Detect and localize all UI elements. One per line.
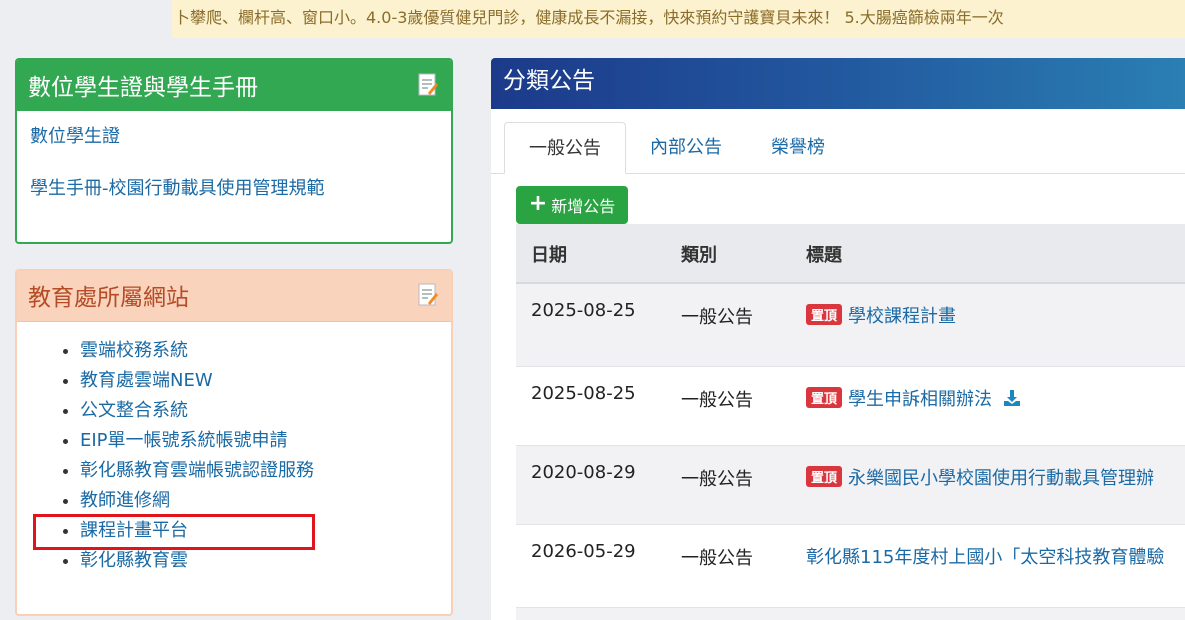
list-item: 教師進修網 — [80, 486, 451, 516]
student-card-panel: 數位學生證與學生手冊 數位學生證 學生手冊-校園行動載具使用管理規範 — [15, 58, 453, 244]
announcement-title-link[interactable]: 彰化縣115年度村上國小「太空科技教育體驗 — [806, 547, 1164, 568]
announcement-tabs: 一般公告 內部公告 榮譽榜 — [491, 122, 1185, 174]
edit-document-icon[interactable] — [417, 283, 439, 307]
table-row: 2020-08-29 一般公告 置頂 永樂國民小學校園使用行動載具管理辦 — [516, 446, 1185, 525]
link-edu-cloud-auth[interactable]: 彰化縣教育雲端帳號認證服務 — [80, 460, 314, 481]
edit-document-icon[interactable] — [417, 73, 439, 97]
row-category: 一般公告 — [681, 307, 753, 328]
list-item: EIP單一帳號系統帳號申請 — [80, 426, 451, 456]
list-item: 雲端校務系統 — [80, 336, 451, 366]
list-item: 彰化縣教育雲 — [80, 546, 451, 576]
pinned-badge: 置頂 — [806, 466, 843, 487]
col-category: 類別 — [681, 245, 717, 266]
table-header: 日期 類別 標題 — [516, 224, 1185, 284]
marquee-banner: 卜攀爬、欄杆高、窗口小。4.0-3歲優質健兒門診，健康成長不漏接，快來預約守護寶… — [172, 0, 1185, 38]
announcements-panel: 分類公告 一般公告 內部公告 榮譽榜 + 新增公告 日期 類別 標題 2025-… — [491, 58, 1185, 620]
link-cloud-school-system[interactable]: 雲端校務系統 — [80, 340, 188, 361]
announcement-title-link[interactable]: 學校課程計畫 — [848, 306, 956, 327]
pinned-badge: 置頂 — [806, 387, 843, 408]
student-card-header: 數位學生證與學生手冊 — [17, 60, 451, 111]
table-row: 2025-08-25 一般公告 置頂 學生申訴相關辦法 — [516, 367, 1185, 446]
table-row — [516, 608, 1185, 620]
announcement-title-link[interactable]: 永樂國民小學校園使用行動載具管理辦 — [848, 468, 1154, 489]
link-document-system[interactable]: 公文整合系統 — [80, 400, 188, 421]
link-eip-account[interactable]: EIP單一帳號系統帳號申請 — [80, 430, 288, 451]
link-digital-student-card[interactable]: 數位學生證 — [30, 125, 438, 149]
student-card-title: 數位學生證與學生手冊 — [28, 74, 258, 101]
highlight-box — [33, 514, 315, 550]
tab-general[interactable]: 一般公告 — [504, 122, 626, 174]
pinned-badge: 置頂 — [806, 304, 843, 325]
link-student-handbook[interactable]: 學生手冊-校園行動載具使用管理規範 — [30, 177, 438, 201]
col-date: 日期 — [531, 245, 567, 266]
edu-sites-panel: 教育處所屬網站 雲端校務系統 教育處雲端NEW 公文整合系統 EIP單一帳號系統… — [15, 269, 453, 616]
add-announcement-label: 新增公告 — [551, 197, 616, 216]
add-announcement-button[interactable]: + 新增公告 — [516, 186, 628, 224]
tab-honor-roll[interactable]: 榮譽榜 — [753, 122, 843, 174]
row-category: 一般公告 — [681, 548, 753, 569]
announcement-title-link[interactable]: 學生申訴相關辦法 — [848, 389, 992, 410]
download-icon[interactable] — [1002, 388, 1022, 408]
announcement-table: 日期 類別 標題 2025-08-25 一般公告 置頂 學校課程計畫 2025-0… — [516, 224, 1185, 620]
table-row: 2025-08-25 一般公告 置頂 學校課程計畫 — [516, 284, 1185, 367]
edu-sites-title: 教育處所屬網站 — [28, 285, 189, 311]
announcements-title: 分類公告 — [491, 58, 1185, 109]
table-row: 2026-05-29 一般公告 彰化縣115年度村上國小「太空科技教育體驗 — [516, 525, 1185, 608]
row-category: 一般公告 — [681, 390, 753, 411]
row-category: 一般公告 — [681, 469, 753, 490]
row-date: 2025-08-25 — [531, 300, 636, 321]
link-changhua-edu-cloud[interactable]: 彰化縣教育雲 — [80, 550, 188, 571]
tab-internal[interactable]: 內部公告 — [636, 122, 736, 174]
link-edu-cloud-new[interactable]: 教育處雲端NEW — [80, 370, 213, 391]
list-item: 教育處雲端NEW — [80, 366, 451, 396]
link-teacher-training[interactable]: 教師進修網 — [80, 490, 170, 511]
edu-sites-header: 教育處所屬網站 — [17, 271, 451, 322]
col-title: 標題 — [806, 245, 842, 266]
row-date: 2025-08-25 — [531, 383, 636, 404]
row-date: 2020-08-29 — [531, 462, 636, 483]
plus-icon: + — [528, 191, 548, 216]
list-item: 彰化縣教育雲端帳號認證服務 — [80, 456, 451, 486]
row-date: 2026-05-29 — [531, 541, 636, 562]
list-item: 公文整合系統 — [80, 396, 451, 426]
